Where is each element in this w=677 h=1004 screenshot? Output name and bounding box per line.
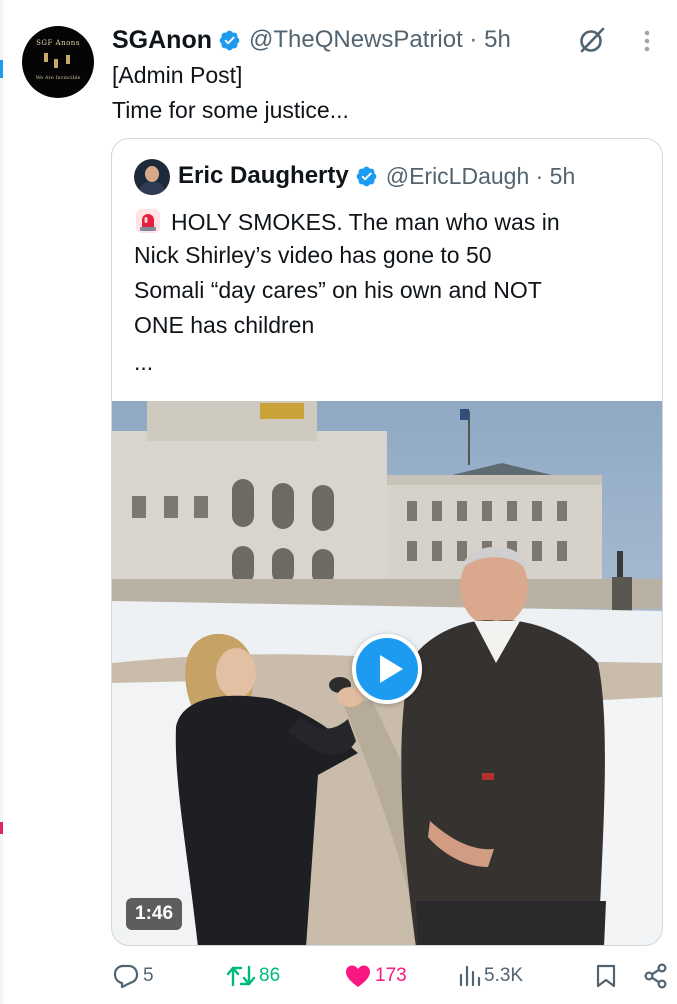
reply-count: 5 xyxy=(143,965,154,986)
author-name[interactable]: SGAnon xyxy=(112,26,212,55)
views-button[interactable]: 5.3K xyxy=(457,958,523,994)
quote-text-line: Nick Shirley’s video has gone to 50 xyxy=(134,242,492,268)
avatar[interactable]: SGF Anons We Are Invincible xyxy=(22,26,94,98)
quote-header: Eric Daugherty @EricLDaugh · 5h xyxy=(178,161,575,191)
quote-text-line1: HOLY SMOKES. The man who was in xyxy=(171,209,560,235)
share-button[interactable] xyxy=(643,958,672,994)
tweet-header: SGAnon @TheQNewsPatriot · 5h xyxy=(112,25,511,55)
repost-button[interactable]: 86 xyxy=(226,958,280,994)
like-button[interactable]: 173 xyxy=(344,958,407,994)
avatar-face xyxy=(145,166,159,182)
tweet-text-line: [Admin Post] xyxy=(112,62,243,88)
quote-author-handle[interactable]: @EricLDaugh · 5h xyxy=(386,163,576,190)
quote-text-line: ONE has children xyxy=(134,312,315,338)
verified-badge-icon xyxy=(219,30,240,50)
reply-button[interactable]: 5 xyxy=(112,958,154,994)
avatar-title: SGF Anons xyxy=(36,39,80,47)
share-icon xyxy=(644,963,667,989)
play-icon xyxy=(380,655,403,683)
quote-ellipsis: ... xyxy=(134,349,154,375)
left-edge-strip xyxy=(0,0,3,1004)
action-bar: 5 86 173 5.3K xyxy=(112,958,672,994)
quoted-tweet[interactable]: Eric Daugherty @EricLDaugh · 5h HOLY SMO… xyxy=(111,138,663,946)
bookmark-icon xyxy=(596,964,616,988)
quote-text-line: HOLY SMOKES. The man who was in xyxy=(134,207,560,236)
bookmark-button[interactable] xyxy=(595,958,620,994)
avatar-flag xyxy=(54,59,58,68)
reply-icon xyxy=(113,964,139,989)
avatar-flag xyxy=(66,55,70,64)
play-button[interactable] xyxy=(352,634,422,704)
views-chart-icon xyxy=(459,965,481,987)
tweet-text-line: Time for some justice... xyxy=(112,97,349,123)
repost-count: 86 xyxy=(259,965,281,986)
edge-mark xyxy=(0,60,3,78)
avatar-subtitle: We Are Invincible xyxy=(35,75,81,81)
quote-text-line: Somali “day cares” on his own and NOT xyxy=(134,277,542,303)
quote-avatar[interactable] xyxy=(134,159,170,195)
siren-emoji-icon xyxy=(136,209,160,233)
edge-mark xyxy=(0,822,3,834)
video-duration: 1:46 xyxy=(126,898,183,930)
like-count: 173 xyxy=(375,965,407,986)
repost-icon xyxy=(226,965,256,987)
video-player[interactable]: 1:46 xyxy=(112,401,662,945)
view-count: 5.3K xyxy=(484,965,524,986)
avatar-suit xyxy=(139,182,165,195)
more-dots-icon[interactable] xyxy=(640,27,654,55)
avatar-flag xyxy=(44,53,48,62)
grok-icon[interactable] xyxy=(577,25,607,55)
heart-icon xyxy=(346,965,370,987)
author-handle[interactable]: @TheQNewsPatriot · 5h xyxy=(249,26,511,54)
verified-badge-icon xyxy=(356,166,377,186)
quote-author-name[interactable]: Eric Daugherty xyxy=(178,162,349,190)
